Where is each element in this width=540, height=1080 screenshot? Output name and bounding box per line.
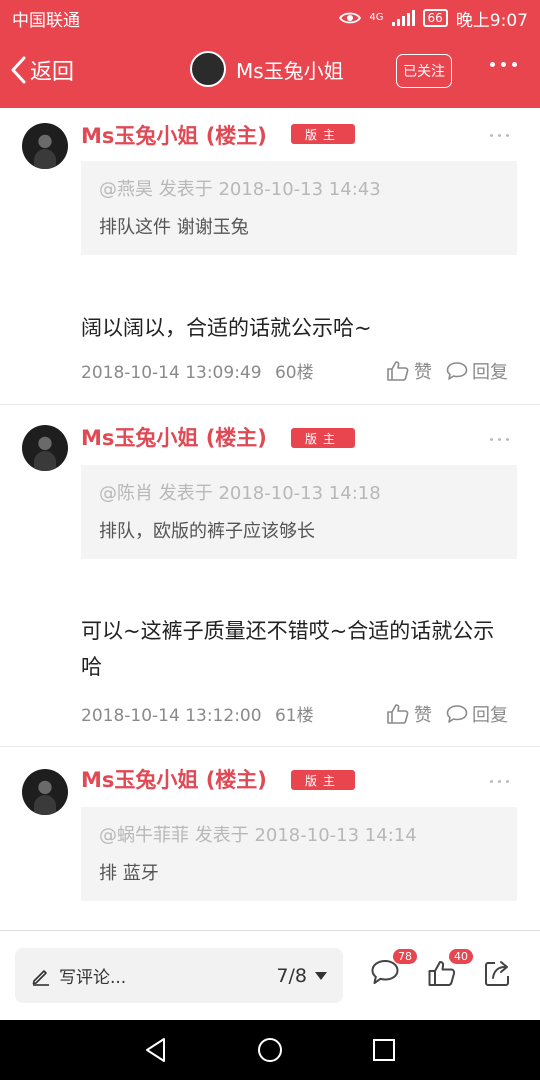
- nav-recents-icon[interactable]: [372, 1038, 396, 1062]
- quote-text: 排队这件 谢谢玉兔: [99, 217, 249, 238]
- reply-label: 回复: [472, 705, 508, 726]
- caret-down-icon[interactable]: [315, 971, 327, 980]
- quote-author: @蜗牛菲菲: [99, 825, 189, 846]
- header-user[interactable]: Ms玉兔小姐: [190, 51, 344, 87]
- page-title: Ms玉兔小姐: [236, 58, 344, 83]
- post-timestamp: 2018-10-14 13:12:00: [81, 706, 262, 726]
- post-body: 阔以阔以，合适的话就公示哈~: [81, 316, 372, 340]
- avatar[interactable]: [22, 769, 68, 815]
- follow-button[interactable]: 已关注: [396, 54, 452, 88]
- moderator-badge: 版主: [291, 124, 355, 144]
- reply-button[interactable]: 回复: [446, 358, 508, 384]
- more-options-icon[interactable]: [490, 62, 517, 67]
- post-meta: 2018-10-14 13:09:49 60楼: [81, 358, 314, 383]
- like-button[interactable]: 赞: [386, 701, 432, 727]
- bottom-toolbar: 写评论... 7/8 78 40: [0, 930, 540, 1020]
- quoted-post[interactable]: @蜗牛菲菲 发表于 2018-10-13 14:14 排 蓝牙: [81, 807, 517, 901]
- clock-label: 晚上9:07: [455, 10, 528, 31]
- nav-back-icon[interactable]: [144, 1037, 168, 1063]
- post-more-icon[interactable]: [490, 438, 509, 441]
- thumbs-up-icon: [387, 361, 409, 381]
- comment-composer[interactable]: 写评论... 7/8: [15, 948, 343, 1003]
- reply-label: 回复: [472, 362, 508, 383]
- author-name[interactable]: Ms玉兔小姐 (楼主): [81, 120, 267, 150]
- post-actions: 赞 回复: [386, 701, 508, 727]
- battery-icon: 66: [422, 9, 448, 27]
- post-actions: 赞 回复: [386, 358, 508, 384]
- reply-post: Ms玉兔小姐 (楼主) 版主 @燕昊 发表于 2018-10-13 14:43 …: [0, 108, 540, 405]
- like-button[interactable]: 赞: [386, 358, 432, 384]
- nav-home-icon[interactable]: [257, 1037, 283, 1063]
- reply-post: Ms玉兔小姐 (楼主) 版主 @陈肖 发表于 2018-10-13 14:18 …: [0, 405, 540, 747]
- eye-icon: [339, 12, 362, 24]
- quote-text: 排队，欧版的裤子应该够长: [99, 521, 315, 542]
- post-body: 可以~这裤子质量还不错哎~合适的话就公示哈: [81, 619, 495, 679]
- composer-placeholder: 写评论...: [59, 968, 127, 988]
- quote-text: 排 蓝牙: [99, 863, 159, 884]
- app-header: 返回 Ms玉兔小姐 已关注: [0, 36, 540, 108]
- chevron-left-icon: [11, 56, 26, 84]
- speech-bubble-icon: [446, 705, 468, 723]
- comment-count-badge: 78: [393, 949, 417, 964]
- quote-meta: 发表于 2018-10-13 14:18: [158, 483, 381, 504]
- carrier-label: 中国联通: [12, 10, 80, 31]
- floor-label: 60楼: [274, 363, 314, 383]
- author-name[interactable]: Ms玉兔小姐 (楼主): [81, 764, 267, 794]
- system-nav-bar: [0, 1020, 540, 1080]
- post-meta: 2018-10-14 13:12:00 61楼: [81, 701, 314, 726]
- pencil-icon: [32, 969, 49, 986]
- post-more-icon[interactable]: [490, 780, 509, 783]
- quote-meta: 发表于 2018-10-13 14:14: [194, 825, 417, 846]
- thumbs-up-icon: [387, 704, 409, 724]
- signal-icon: [391, 10, 415, 26]
- page-indicator[interactable]: 7/8: [276, 965, 307, 987]
- avatar[interactable]: [22, 425, 68, 471]
- floor-label: 61楼: [274, 706, 314, 726]
- status-bar: 中国联通 4G 66 晚上9:07: [0, 0, 540, 36]
- like-label: 赞: [414, 362, 432, 383]
- back-button[interactable]: 返回: [10, 54, 74, 86]
- speech-bubble-icon: [446, 362, 468, 380]
- moderator-badge: 版主: [291, 770, 355, 790]
- moderator-badge: 版主: [291, 428, 355, 448]
- post-timestamp: 2018-10-14 13:09:49: [81, 363, 262, 383]
- avatar[interactable]: [22, 123, 68, 169]
- post-more-icon[interactable]: [490, 134, 509, 137]
- like-count-badge: 40: [449, 949, 473, 964]
- reply-button[interactable]: 回复: [446, 701, 508, 727]
- back-label: 返回: [30, 60, 75, 85]
- quote-author: @燕昊: [99, 179, 153, 200]
- author-name[interactable]: Ms玉兔小姐 (楼主): [81, 422, 267, 452]
- network-type-label: 4G: [369, 12, 384, 23]
- like-label: 赞: [414, 705, 432, 726]
- quote-author: @陈肖: [99, 483, 153, 504]
- reply-post: Ms玉兔小姐 (楼主) 版主 @蜗牛菲菲 发表于 2018-10-13 14:1…: [0, 747, 540, 930]
- share-icon[interactable]: [483, 958, 513, 988]
- quoted-post[interactable]: @燕昊 发表于 2018-10-13 14:43 排队这件 谢谢玉兔: [81, 161, 517, 255]
- header-avatar[interactable]: [190, 51, 226, 87]
- quote-meta: 发表于 2018-10-13 14:43: [158, 179, 381, 200]
- quoted-post[interactable]: @陈肖 发表于 2018-10-13 14:18 排队，欧版的裤子应该够长: [81, 465, 517, 559]
